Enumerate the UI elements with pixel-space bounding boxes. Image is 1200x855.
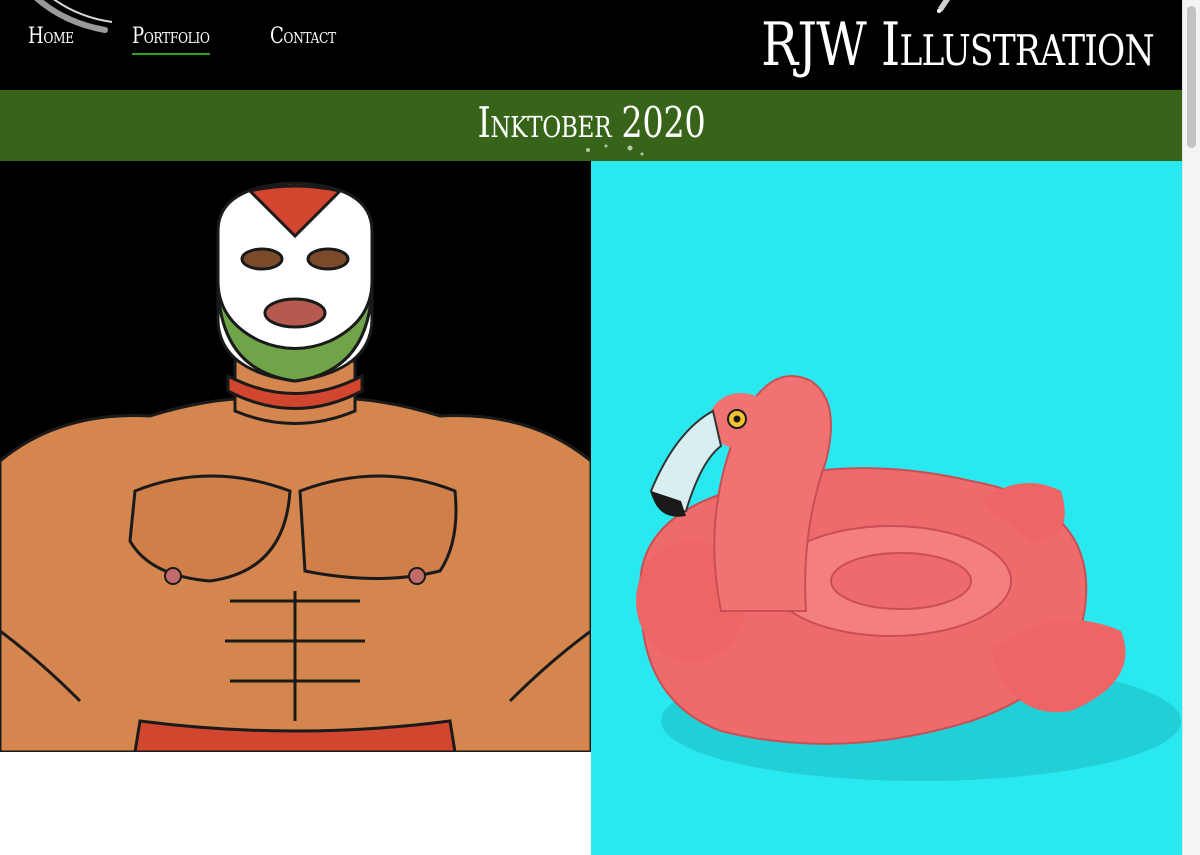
gallery (0, 161, 1182, 855)
nav-contact-link[interactable]: Contact (270, 24, 336, 53)
page-title: Inktober 2020 (477, 98, 705, 147)
nav-home-link[interactable]: Home (28, 24, 74, 53)
gallery-item-flamingo[interactable] (591, 161, 1182, 855)
wrestler-illustration (0, 181, 591, 752)
vertical-scrollbar[interactable] (1182, 0, 1200, 855)
gallery-item-wrestler[interactable] (0, 161, 591, 752)
flamingo-illustration (636, 375, 1181, 781)
ink-splatter-icon (586, 144, 644, 156)
site-title[interactable]: RJW Illustration (761, 10, 1154, 80)
nav-portfolio-link[interactable]: Portfolio (132, 24, 210, 55)
page-banner: Inktober 2020 (0, 90, 1182, 161)
scrollbar-thumb[interactable] (1187, 6, 1196, 148)
site-header: Home Portfolio Contact RJW Illustration (0, 0, 1182, 90)
